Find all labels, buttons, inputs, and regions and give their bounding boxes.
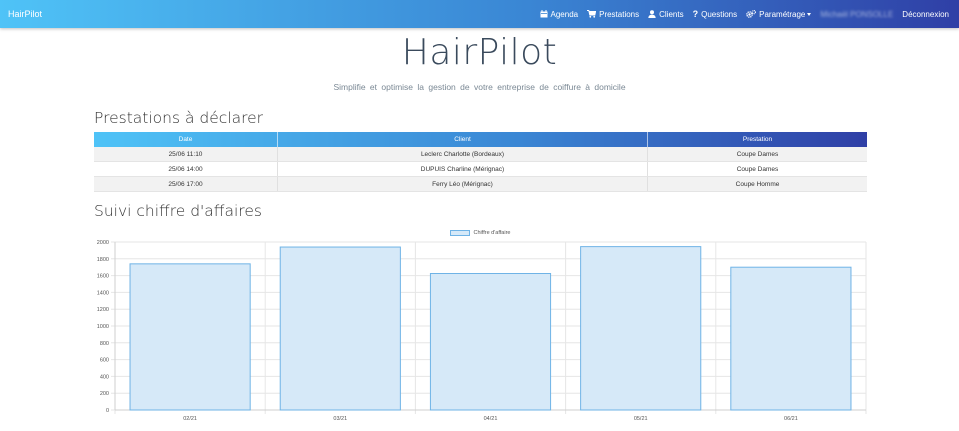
table-row[interactable]: 25/06 17:00 Ferry Léo (Mérignac) Coupe H… bbox=[94, 177, 867, 192]
cell-date: 25/06 14:00 bbox=[94, 162, 278, 176]
nav-clients[interactable]: Clients bbox=[648, 9, 684, 19]
table-row[interactable]: 25/06 14:00 DUPUIS Charline (Mérignac) C… bbox=[94, 162, 867, 177]
brand-link[interactable]: HairPilot bbox=[8, 0, 42, 28]
column-header-date[interactable]: Date bbox=[94, 132, 278, 147]
nav-parametrage-label: Paramétrage bbox=[759, 9, 806, 19]
x-tick-label: 02/21 bbox=[183, 416, 197, 422]
chevron-down-icon bbox=[807, 12, 812, 16]
bar bbox=[730, 266, 852, 411]
nav-agenda[interactable]: Agenda bbox=[540, 9, 579, 19]
cell-client: Ferry Léo (Mérignac) bbox=[278, 177, 648, 191]
y-tick-label: 1400 bbox=[97, 290, 109, 296]
bar bbox=[279, 246, 401, 411]
cell-client: Leclerc Charlotte (Bordeaux) bbox=[278, 147, 648, 161]
y-tick-label: 600 bbox=[100, 358, 109, 364]
nav-prestations-label: Prestations bbox=[599, 9, 640, 19]
y-tick-label: 1600 bbox=[97, 274, 109, 280]
navbar: HairPilot Agenda Prestations Clients ? Q… bbox=[0, 0, 959, 28]
nav-parametrage-dropdown[interactable]: Paramétrage bbox=[746, 9, 812, 19]
logout-link[interactable]: Déconnexion bbox=[902, 10, 949, 19]
y-tick-label: 800 bbox=[100, 341, 109, 347]
nav-clients-label: Clients bbox=[659, 9, 684, 19]
x-tick-label: 05/21 bbox=[634, 416, 648, 422]
revenue-chart: Chiffre d'affaire 0 200 400 600 800 1000 1200 1… bbox=[80, 226, 880, 431]
nav-items: Agenda Prestations Clients ? Questions P… bbox=[531, 0, 949, 28]
x-tick-label: 04/21 bbox=[484, 416, 498, 422]
question-icon: ? bbox=[692, 9, 699, 19]
cell-date: 25/06 11:10 bbox=[94, 147, 278, 161]
bar bbox=[580, 246, 702, 411]
gears-icon bbox=[746, 10, 757, 18]
cell-prestation: Coupe Homme bbox=[735, 180, 780, 188]
bar bbox=[129, 263, 251, 411]
y-tick-label: 2000 bbox=[97, 240, 109, 246]
prestations-title: Prestations à déclarer bbox=[94, 109, 264, 127]
cell-client: DUPUIS Charline (Mérignac) bbox=[278, 162, 648, 176]
nav-agenda-label: Agenda bbox=[550, 9, 579, 19]
cell-prestation: Coupe Dames bbox=[736, 165, 779, 173]
y-tick-label: 1800 bbox=[97, 257, 109, 263]
bar bbox=[429, 273, 552, 411]
y-tick-label: 400 bbox=[100, 374, 109, 380]
nav-questions[interactable]: ? Questions bbox=[693, 9, 738, 19]
column-header-client[interactable]: Client bbox=[278, 132, 648, 147]
cell-date: 25/06 17:00 bbox=[94, 177, 278, 191]
cell-prestation: Coupe Dames bbox=[736, 150, 779, 158]
user-icon bbox=[648, 10, 656, 18]
user-name[interactable]: Michaël PONSOLLE bbox=[820, 10, 893, 19]
chart-svg: 0 200 400 600 800 1000 1200 1400 1600 1800 2000 02/… bbox=[97, 240, 867, 422]
table-header: Date Client Prestation bbox=[94, 132, 867, 147]
nav-prestations[interactable]: Prestations bbox=[587, 10, 639, 19]
revenue-title: Suivi chiffre d'affaires bbox=[94, 202, 262, 220]
y-tick-label: 0 bbox=[106, 408, 109, 414]
column-header-prestation[interactable]: Prestation bbox=[648, 132, 867, 147]
calendar-icon bbox=[540, 10, 548, 18]
y-tick-label: 1000 bbox=[97, 324, 109, 330]
y-tick-label: 200 bbox=[100, 391, 109, 397]
page-subtitle: Simplifie et optimise la gestion de votr… bbox=[333, 82, 626, 92]
cart-icon bbox=[587, 10, 597, 18]
y-tick-label: 1200 bbox=[97, 307, 109, 313]
table-row[interactable]: 25/06 11:10 Leclerc Charlotte (Bordeaux)… bbox=[94, 147, 867, 162]
x-tick-label: 03/21 bbox=[333, 416, 347, 422]
nav-questions-label: Questions bbox=[701, 9, 738, 19]
x-tick-label: 06/21 bbox=[784, 416, 798, 422]
page-title: HairPilot bbox=[401, 32, 558, 73]
prestations-table: Date Client Prestation 25/06 11:10 Lecle… bbox=[94, 132, 867, 192]
